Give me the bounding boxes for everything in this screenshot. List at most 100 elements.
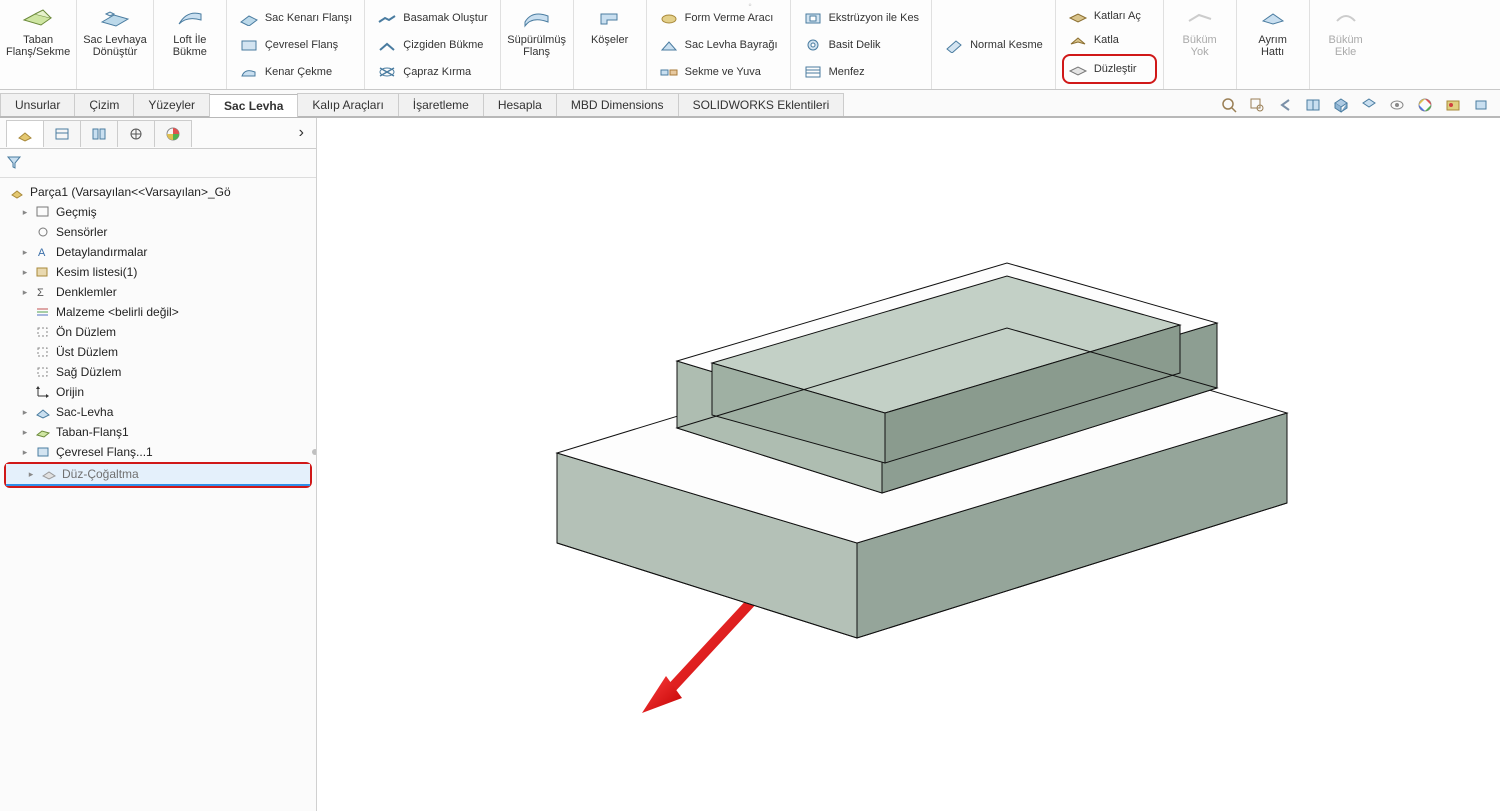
filter-icon[interactable] — [6, 154, 24, 172]
hole-icon — [803, 36, 823, 54]
cizgiden-bukme-button[interactable]: Çizgiden Bükme — [375, 34, 489, 56]
sac-levha-bayragi-button[interactable]: Sac Levha Bayrağı — [657, 34, 780, 56]
cevresel-flans-label: Çevresel Flanş — [265, 39, 338, 51]
koseler-button[interactable]: Köşeler — [591, 4, 628, 46]
filter-row — [0, 149, 316, 178]
more-tabs-button[interactable]: › — [293, 124, 310, 142]
tab-cizim[interactable]: Çizim — [74, 93, 134, 116]
part-model — [497, 163, 1397, 803]
expand-icon[interactable]: ▸ — [20, 447, 30, 458]
cevresel-flans-button[interactable]: Çevresel Flanş — [237, 34, 354, 56]
tab-hesapla[interactable]: Hesapla — [483, 93, 557, 116]
loft-button[interactable]: Loft İleBükme — [173, 4, 207, 58]
tree-sac-levha-label: Sac-Levha — [56, 405, 113, 419]
tree-kesim[interactable]: ▸Kesim listesi(1) — [0, 262, 316, 282]
bukum-yok-button[interactable]: BükümYok — [1182, 4, 1216, 58]
cutlist-icon — [34, 264, 52, 280]
flat-pattern-icon — [40, 466, 58, 482]
previous-view-icon[interactable] — [1276, 96, 1294, 114]
dimxpert-tab[interactable] — [117, 120, 155, 147]
bukum-ekle-button[interactable]: BükümEkle — [1328, 4, 1362, 58]
section-view-icon[interactable] — [1304, 96, 1322, 114]
graphics-viewport[interactable] — [317, 118, 1500, 811]
tab-unsurlar[interactable]: Unsurlar — [0, 93, 75, 116]
tab-kalip[interactable]: Kalıp Araçları — [297, 93, 398, 116]
tree-on-duzlem[interactable]: Ön Düzlem — [0, 322, 316, 342]
fold-icon — [1068, 31, 1088, 49]
tree-duz-cogaltma-label: Düz-Çoğaltma — [62, 467, 139, 481]
property-manager-tab[interactable] — [43, 120, 81, 147]
part-icon — [8, 184, 26, 200]
expand-icon[interactable]: ▸ — [20, 407, 30, 418]
zoom-area-icon[interactable] — [1248, 96, 1266, 114]
bukum-ekle-label: BükümEkle — [1328, 34, 1362, 58]
render-icon[interactable] — [1472, 96, 1490, 114]
gusset-icon — [659, 36, 679, 54]
expand-icon[interactable]: ▸ — [20, 267, 30, 278]
flatten-icon — [1068, 60, 1088, 78]
display-manager-tab[interactable] — [154, 120, 192, 147]
supurulmus-button[interactable]: SüpürülmüşFlanş — [507, 4, 566, 58]
tree-sensorler[interactable]: Sensörler — [0, 222, 316, 242]
expand-icon[interactable]: ▸ — [20, 427, 30, 438]
duzlestir-label: Düzleştir — [1094, 63, 1137, 75]
tree-malzeme[interactable]: Malzeme <belirli değil> — [0, 302, 316, 322]
sac-levhaya-button[interactable]: Sac LevhayaDönüştür — [83, 4, 147, 58]
expand-icon[interactable]: ▸ — [26, 469, 36, 480]
tree-sag-duzlem[interactable]: Sağ Düzlem — [0, 362, 316, 382]
tab-yuzeyler[interactable]: Yüzeyler — [133, 93, 210, 116]
tree-sac-levha[interactable]: ▸ Sac-Levha — [0, 402, 316, 422]
tree-detay[interactable]: ▸ADetaylandırmalar — [0, 242, 316, 262]
normal-kesme-button[interactable]: Normal Kesme — [942, 34, 1045, 56]
history-icon — [34, 204, 52, 220]
plane-icon — [34, 364, 52, 380]
expand-icon[interactable]: ▸ — [20, 287, 30, 298]
hide-show-icon[interactable] — [1388, 96, 1406, 114]
tree-denklemler[interactable]: ▸ΣDenklemler — [0, 282, 316, 302]
sketch-bend-icon — [377, 36, 397, 54]
display-style-icon[interactable] — [1360, 96, 1378, 114]
tree-root[interactable]: Parça1 (Varsayılan<<Varsayılan>_Gö — [0, 182, 316, 202]
appearance-icon[interactable] — [1416, 96, 1434, 114]
taban-flans-button[interactable]: TabanFlanş/Sekme — [6, 4, 70, 58]
scene-icon[interactable] — [1444, 96, 1462, 114]
expand-icon[interactable]: ▸ — [20, 207, 30, 218]
tab-eklentiler[interactable]: SOLIDWORKS Eklentileri — [678, 93, 845, 116]
koseler-label: Köşeler — [591, 34, 628, 46]
zoom-fit-icon[interactable] — [1220, 96, 1238, 114]
feature-tree-tab[interactable] — [6, 120, 44, 147]
capraz-kirma-button[interactable]: Çapraz Kırma — [375, 61, 489, 83]
basit-delik-label: Basit Delik — [829, 39, 881, 51]
kenar-cekme-button[interactable]: Kenar Çekme — [237, 61, 354, 83]
sekme-yuva-button[interactable]: Sekme ve Yuva — [657, 61, 780, 83]
panel-drag-handle[interactable]: ◦ — [0, 0, 1500, 10]
tree-gecmis[interactable]: ▸Geçmiş — [0, 202, 316, 222]
ribbon: TabanFlanş/Sekme Sac LevhayaDönüştür Lof… — [0, 0, 1500, 90]
group-bukum-yok: BükümYok — [1164, 0, 1237, 89]
normal-kesme-label: Normal Kesme — [970, 39, 1043, 51]
tree-ust-duzlem[interactable]: Üst Düzlem — [0, 342, 316, 362]
tree-orijin[interactable]: Orijin — [0, 382, 316, 402]
tree-taban-flans[interactable]: ▸Taban-Flanş1 — [0, 422, 316, 442]
tree-cevresel-label: Çevresel Flanş...1 — [56, 445, 153, 459]
tab-mbd[interactable]: MBD Dimensions — [556, 93, 679, 116]
rollback-dot-icon[interactable] — [312, 449, 316, 455]
katla-label: Katla — [1094, 34, 1119, 46]
view-orientation-icon[interactable] — [1332, 96, 1350, 114]
tree-duz-cogaltma[interactable]: ▸ Düz-Çoğaltma — [6, 464, 310, 486]
origin-icon — [34, 384, 52, 400]
ayrim-hatti-button[interactable]: AyrımHattı — [1256, 4, 1290, 58]
basit-delik-button[interactable]: Basit Delik — [801, 34, 921, 56]
katla-button[interactable]: Katla — [1066, 29, 1153, 51]
group-ayrim: AyrımHattı — [1237, 0, 1310, 89]
vent-icon — [803, 63, 823, 81]
config-manager-tab[interactable] — [80, 120, 118, 147]
duzlestir-button[interactable]: Düzleştir — [1062, 54, 1157, 84]
menfez-button[interactable]: Menfez — [801, 61, 921, 83]
group-fold: Katları Aç Katla Düzleştir — [1056, 0, 1164, 89]
expand-icon[interactable]: ▸ — [20, 247, 30, 258]
tab-isaretleme[interactable]: İşaretleme — [398, 93, 484, 116]
menfez-label: Menfez — [829, 66, 865, 78]
tab-sac-levha[interactable]: Sac Levha — [209, 94, 298, 117]
tree-cevresel[interactable]: ▸ Çevresel Flanş...1 — [0, 442, 316, 462]
